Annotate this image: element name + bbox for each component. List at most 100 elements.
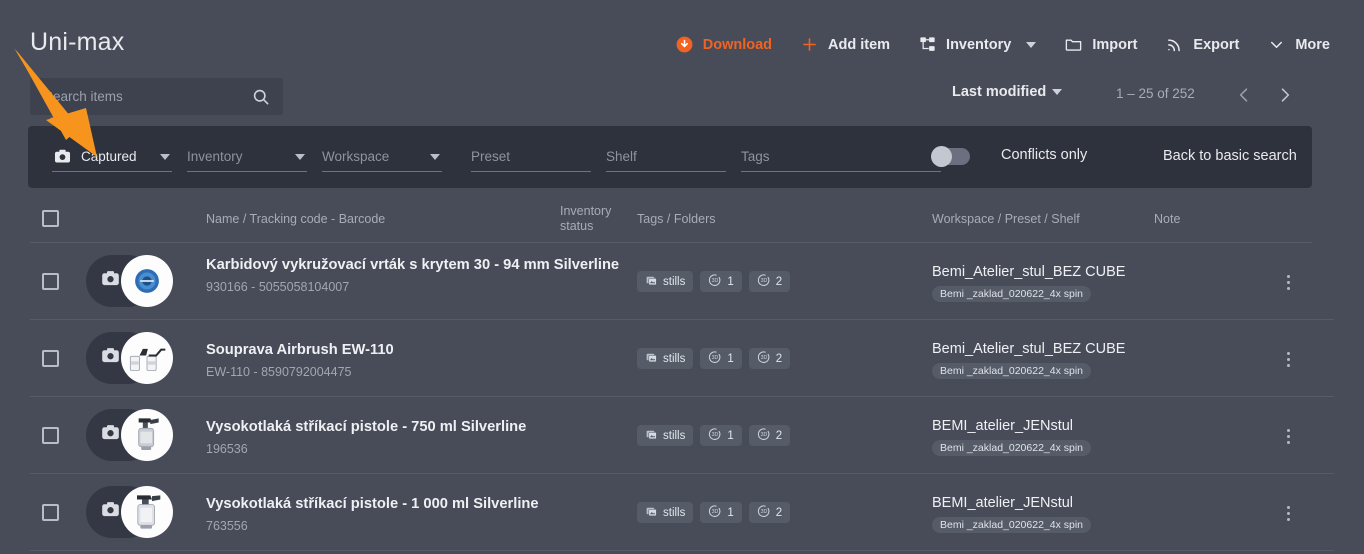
badge-stills[interactable]: stills	[637, 271, 694, 292]
export-label: Export	[1193, 36, 1240, 53]
plus-icon	[800, 35, 819, 54]
import-button[interactable]: Import	[1050, 29, 1151, 60]
row-item-name[interactable]: Souprava Airbrush EW-110	[206, 341, 646, 360]
camera-icon	[100, 499, 121, 525]
badge-spin-2-label: 2	[775, 429, 783, 442]
more-menu-button[interactable]: More	[1253, 29, 1344, 60]
column-header-tags: Tags / Folders	[637, 212, 716, 226]
row-checkbox-wrap	[42, 273, 59, 290]
row-thumbnail[interactable]	[86, 486, 173, 538]
row-thumbnail[interactable]	[86, 255, 173, 307]
badge-spin-1[interactable]: 3D 1	[700, 348, 742, 369]
filter-workspace[interactable]: Workspace	[322, 142, 442, 172]
table-row[interactable]: Vysokotlaká stříkací pistole - 1 000 ml …	[30, 474, 1334, 551]
table-body: Karbidový vykružovací vrták s krytem 30 …	[0, 243, 1364, 554]
row-item-code: 763556	[206, 519, 248, 533]
spray-gun-icon	[130, 492, 164, 532]
app-root: Uni-max Download Add item Inventory Impo…	[0, 0, 1364, 554]
product-image	[121, 255, 173, 307]
table-row[interactable]: Karbidový vykružovací vrták s krytem 30 …	[30, 243, 1334, 320]
search-input[interactable]	[42, 88, 251, 105]
spray-gun-icon	[130, 415, 164, 455]
spin-3d-icon: 3D	[708, 273, 722, 290]
badge-stills-label: stills	[663, 429, 686, 442]
badge-spin-2-label: 2	[775, 506, 783, 519]
product-image	[121, 486, 173, 538]
inventory-menu-button[interactable]: Inventory	[904, 29, 1050, 60]
camera-icon	[100, 422, 121, 448]
export-button[interactable]: Export	[1151, 29, 1253, 60]
camera-icon	[100, 268, 121, 294]
stills-icon	[645, 351, 658, 367]
filter-tags[interactable]: Tags	[741, 142, 941, 172]
table-row[interactable]: Vysokotlaká stříkací pistole - 750 ml Si…	[30, 397, 1334, 474]
search-box[interactable]	[30, 78, 283, 115]
filter-workspace-label: Workspace	[322, 149, 390, 164]
drill-bit-icon	[130, 264, 164, 298]
row-workspace-name: Bemi_Atelier_stul_BEZ CUBE	[932, 264, 1126, 280]
badge-stills[interactable]: stills	[637, 348, 694, 369]
advanced-filter-bar: Captured Inventory Workspace Preset Shel…	[28, 126, 1312, 188]
stills-icon	[645, 505, 658, 521]
badge-spin-2[interactable]: 3D 2	[748, 502, 791, 523]
column-header-name: Name / Tracking code - Barcode	[206, 212, 386, 226]
row-workspace-cell: Bemi_Atelier_stul_BEZ CUBE Bemi _zaklad_…	[932, 264, 1125, 302]
conflicts-only-toggle[interactable]	[931, 146, 970, 167]
back-to-basic-search-link[interactable]: Back to basic search	[1163, 148, 1297, 164]
filter-captured[interactable]: Captured	[52, 142, 172, 172]
filter-preset-label: Preset	[471, 149, 511, 164]
filter-preset[interactable]: Preset	[471, 142, 591, 172]
row-thumbnail[interactable]	[86, 332, 173, 384]
badge-stills-label: stills	[663, 352, 686, 365]
folder-icon	[1064, 35, 1083, 54]
row-checkbox-wrap	[42, 504, 59, 521]
product-image	[121, 409, 173, 461]
badge-spin-2[interactable]: 3D 2	[748, 348, 791, 369]
add-item-button[interactable]: Add item	[786, 29, 904, 60]
row-actions-menu[interactable]	[1277, 425, 1299, 447]
row-workspace-cell: Bemi_Atelier_stul_BEZ CUBE Bemi _zaklad_…	[932, 341, 1125, 379]
badge-spin-1[interactable]: 3D 1	[700, 271, 742, 292]
row-badges: stills 3D 1 3D 2	[637, 348, 791, 369]
badge-spin-1-label: 1	[727, 506, 734, 519]
row-thumbnail[interactable]	[86, 409, 173, 461]
chevron-down-icon	[160, 153, 170, 160]
previous-page-button[interactable]	[1227, 80, 1261, 114]
badge-stills[interactable]: stills	[637, 502, 694, 523]
row-preset-badge: Bemi _zaklad_020622_4x spin	[932, 363, 1092, 379]
row-actions-menu[interactable]	[1277, 502, 1299, 524]
search-icon[interactable]	[251, 87, 271, 107]
row-preset-badge: Bemi _zaklad_020622_4x spin	[932, 286, 1092, 302]
badge-stills-label: stills	[663, 275, 686, 288]
next-page-button[interactable]	[1268, 80, 1302, 114]
stills-icon	[645, 274, 658, 290]
spin-3d-icon: 3D	[757, 273, 771, 290]
column-header-inventory-status: Inventory status	[560, 204, 622, 234]
filter-shelf[interactable]: Shelf	[606, 142, 726, 172]
download-button[interactable]: Download	[661, 29, 786, 60]
badge-spin-1[interactable]: 3D 1	[700, 425, 742, 446]
row-item-name[interactable]: Vysokotlaká stříkací pistole - 750 ml Si…	[206, 418, 646, 437]
badge-spin-2-label: 2	[775, 275, 783, 288]
select-all-checkbox[interactable]	[42, 210, 59, 227]
row-select-checkbox[interactable]	[42, 350, 59, 367]
row-select-checkbox[interactable]	[42, 427, 59, 444]
filter-inventory[interactable]: Inventory	[187, 142, 307, 172]
row-item-code: 930166 - 5055058104007	[206, 280, 350, 294]
row-workspace-cell: BEMI_atelier_JENstul Bemi _zaklad_020622…	[932, 495, 1092, 533]
row-item-name[interactable]: Vysokotlaká stříkací pistole - 1 000 ml …	[206, 495, 646, 514]
badge-stills[interactable]: stills	[637, 425, 694, 446]
table-row[interactable]: Souprava Airbrush EW-110 EW-110 - 859079…	[30, 320, 1334, 397]
row-name-cell: Vysokotlaká stříkací pistole - 1 000 ml …	[206, 495, 646, 533]
row-select-checkbox[interactable]	[42, 273, 59, 290]
row-actions-menu[interactable]	[1277, 271, 1299, 293]
badge-spin-1[interactable]: 3D 1	[700, 502, 742, 523]
row-actions-menu[interactable]	[1277, 348, 1299, 370]
row-select-checkbox[interactable]	[42, 504, 59, 521]
row-item-name[interactable]: Karbidový vykružovací vrták s krytem 30 …	[206, 256, 646, 275]
badge-spin-2[interactable]: 3D 2	[748, 271, 791, 292]
row-preset-badge: Bemi _zaklad_020622_4x spin	[932, 440, 1092, 456]
badge-spin-2[interactable]: 3D 2	[748, 425, 791, 446]
svg-text:3D: 3D	[760, 509, 767, 515]
sort-dropdown[interactable]: Last modified	[952, 84, 1063, 100]
